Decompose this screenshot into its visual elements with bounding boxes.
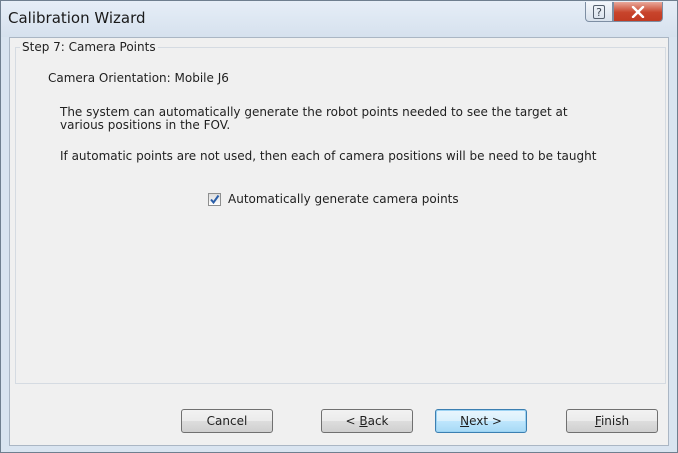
back-button[interactable]: < Back bbox=[321, 409, 413, 433]
question-icon: ? bbox=[593, 4, 605, 19]
description-line-2: various positions in the FOV. bbox=[60, 118, 231, 132]
next-button[interactable]: Next > bbox=[435, 409, 527, 433]
back-label: < Back bbox=[345, 414, 389, 428]
manual-teach-note: If automatic points are not used, then e… bbox=[60, 149, 597, 163]
description-line-1: The system can automatically generate th… bbox=[60, 105, 568, 119]
finish-label: Finish bbox=[594, 414, 630, 428]
auto-generate-checkbox[interactable] bbox=[208, 193, 221, 206]
title-bar[interactable]: Calibration Wizard ? bbox=[1, 1, 677, 37]
calibration-wizard-window: Calibration Wizard ? Step 7: Camera Poin… bbox=[0, 0, 678, 453]
cancel-button[interactable]: Cancel bbox=[181, 409, 273, 433]
cancel-label: Cancel bbox=[206, 414, 248, 428]
window-title: Calibration Wizard bbox=[8, 9, 146, 27]
step-group-box: Step 7: Camera Points bbox=[15, 40, 666, 384]
svg-text:?: ? bbox=[596, 6, 602, 19]
auto-generate-label[interactable]: Automatically generate camera points bbox=[228, 192, 459, 206]
wizard-content-area: Step 7: Camera Points Camera Orientation… bbox=[9, 37, 669, 446]
close-button[interactable] bbox=[613, 2, 663, 22]
camera-orientation-text: Camera Orientation: Mobile J6 bbox=[48, 71, 229, 85]
close-icon bbox=[631, 5, 645, 18]
help-button[interactable]: ? bbox=[585, 2, 613, 22]
checkmark-icon bbox=[210, 194, 220, 205]
finish-button[interactable]: Finish bbox=[566, 409, 658, 433]
step-label: Step 7: Camera Points bbox=[20, 40, 158, 54]
next-label: Next > bbox=[460, 414, 502, 428]
